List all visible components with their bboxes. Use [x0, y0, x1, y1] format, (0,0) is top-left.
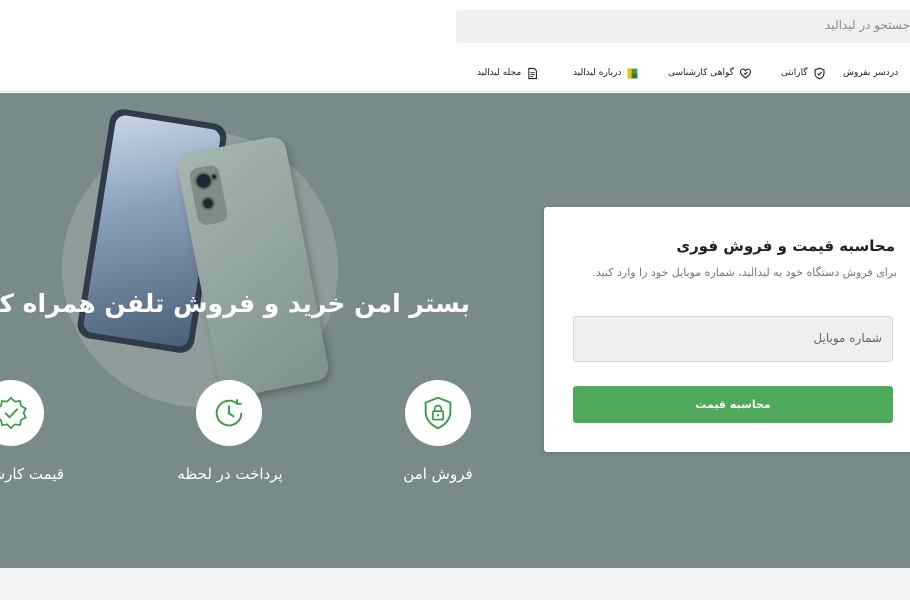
main-nav: دردسر بفروش گارانتی گواهی کارشناسی دربار…	[0, 52, 910, 92]
nav-item-label: گارانتی	[781, 68, 808, 78]
nav-item-about[interactable]: درباره لیدالید	[573, 65, 639, 81]
feature-label: پرداخت در لحظه	[177, 465, 283, 483]
page-footer-strip	[0, 568, 910, 600]
clock-icon	[215, 399, 243, 427]
nav-item-magazine[interactable]: مجله لیدالید	[477, 65, 539, 81]
lock-shield-icon	[424, 396, 452, 430]
certificate-icon	[739, 68, 752, 79]
calculate-price-label: محاسبه قیمت	[695, 398, 771, 411]
feature-label: قیمت کارشناسی	[0, 465, 64, 483]
feature-label: فروش امن	[403, 465, 473, 483]
hero-headline: بستر امن خرید و فروش تلفن همراه کارکرده	[0, 289, 470, 318]
badge-check-icon	[0, 396, 27, 430]
nav-item-label: مجله لیدالید	[477, 68, 522, 78]
mobile-number-input[interactable]: شماره موبایل	[573, 316, 893, 362]
nav-item-certificate[interactable]: گواهی کارشناسی	[668, 65, 752, 81]
price-calculator-card: محاسبه قیمت و فروش فوری برای فروش دستگاه…	[544, 207, 910, 452]
nav-item-label: دردسر بفروش	[843, 68, 899, 78]
calculate-price-button[interactable]: محاسبه قیمت	[573, 386, 893, 423]
search-placeholder: جستجو در لیدالید	[825, 18, 910, 32]
feature-icon-circle	[196, 380, 262, 446]
card-title: محاسبه قیمت و فروش فوری	[676, 237, 895, 255]
mobile-number-placeholder: شماره موبایل	[813, 331, 882, 345]
search-input[interactable]: جستجو در لیدالید	[456, 10, 910, 43]
brand-logo-icon	[628, 68, 638, 78]
document-icon	[528, 67, 538, 79]
feature-icon-circle	[405, 380, 471, 446]
feature-icon-circle	[0, 380, 44, 446]
nav-item-sell[interactable]: دردسر بفروش	[843, 65, 903, 81]
shield-icon	[814, 67, 825, 79]
nav-item-warranty[interactable]: گارانتی	[781, 65, 826, 81]
header: جستجو در لیدالید	[0, 0, 910, 52]
card-description: برای فروش دستگاه خود به لیدالید، شماره م…	[592, 266, 897, 279]
nav-item-label: گواهی کارشناسی	[668, 68, 734, 78]
nav-item-label: درباره لیدالید	[573, 68, 622, 78]
